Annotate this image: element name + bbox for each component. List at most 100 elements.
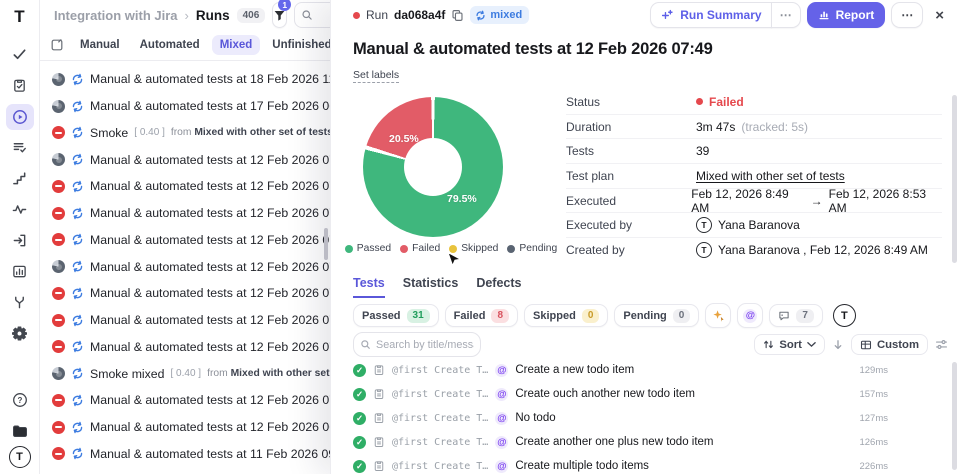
- user-avatar[interactable]: T: [9, 446, 31, 468]
- mixed-run-sync-icon: [71, 287, 84, 300]
- run-status-icon: [52, 367, 65, 380]
- run-type-tabs: Manual Automated Mixed Unfinished Group: [40, 30, 330, 61]
- legend-item[interactable]: Skipped: [449, 243, 498, 254]
- status-filter-chip[interactable]: Failed 8: [445, 304, 518, 327]
- help-icon[interactable]: ?: [6, 387, 34, 413]
- test-result-row[interactable]: @first Create T… Create a new todo item …: [353, 358, 888, 382]
- test-plans-icon[interactable]: [6, 73, 34, 99]
- run-list-item[interactable]: Manual & automated tests at 18 Feb 2026 …: [40, 66, 330, 93]
- run-title: Manual & automated tests at 12 Feb 2026 …: [90, 340, 330, 354]
- reports-icon[interactable]: [6, 259, 34, 285]
- milestones-icon[interactable]: [6, 166, 34, 192]
- status-filter-chip[interactable]: Pending 0: [614, 304, 699, 327]
- run-list-item[interactable]: Manual & automated tests at 12 Feb 2026 …: [40, 387, 330, 414]
- tests-search-input[interactable]: [376, 339, 474, 351]
- runs-icon[interactable]: [6, 104, 34, 130]
- automated-filter-chip[interactable]: [737, 303, 763, 328]
- run-list-item[interactable]: Manual & automated tests at 12 Feb 2026 …: [40, 414, 330, 441]
- app-logo[interactable]: T: [14, 7, 24, 27]
- run-list-item[interactable]: Manual & automated tests at 12 Feb 2026 …: [40, 173, 330, 200]
- info-row-executed-by: Executed by TYana Baranova: [566, 213, 942, 238]
- test-result-row[interactable]: @first Create T… No todo 127ms: [353, 406, 888, 430]
- panel-scrollbar[interactable]: [952, 95, 957, 263]
- detail-tab[interactable]: Statistics: [403, 276, 459, 298]
- run-title: Manual & automated tests at 12 Feb 2026 …: [90, 286, 330, 300]
- run-list-item[interactable]: Manual & automated tests at 12 Feb 2026 …: [40, 253, 330, 280]
- test-result-row[interactable]: @first Create T… Create ouch another new…: [353, 382, 888, 406]
- run-type-tab[interactable]: Mixed: [212, 35, 261, 55]
- pulse-icon[interactable]: [6, 197, 34, 223]
- suite-clipboard-icon: [373, 388, 385, 400]
- run-list-item[interactable]: Manual & automated tests at 12 Feb 2026 …: [40, 200, 330, 227]
- info-row-duration: Duration 3m 47s(tracked: 5s): [566, 115, 942, 140]
- test-title: Create another one plus new todo item: [515, 436, 713, 448]
- run-summary-button[interactable]: Run Summary: [650, 2, 771, 28]
- test-result-row[interactable]: @first Create T… Create another one plus…: [353, 430, 888, 454]
- copy-icon[interactable]: [451, 9, 464, 22]
- check-icon[interactable]: [6, 42, 34, 68]
- legend-item[interactable]: Passed: [345, 243, 391, 254]
- test-results-list: @first Create T… Create a new todo item …: [353, 358, 888, 474]
- custom-columns-button[interactable]: Custom: [851, 334, 928, 355]
- status-filter-chip[interactable]: Skipped 0: [524, 304, 608, 327]
- runs-search-input[interactable]: ×: [294, 2, 330, 28]
- detail-header: Run da068a4f mixed Run Summary ⋯ Report …: [331, 0, 960, 30]
- run-list-item[interactable]: Manual & automated tests at 12 Feb 2026 …: [40, 334, 330, 361]
- breadcrumb-project[interactable]: Integration with Jira: [54, 8, 178, 23]
- settings-gear-icon[interactable]: [6, 321, 34, 347]
- filter-settings-icon[interactable]: [935, 338, 948, 351]
- legend-item[interactable]: Pending: [507, 243, 557, 254]
- branch-icon[interactable]: [6, 290, 34, 316]
- detail-tab[interactable]: Defects: [476, 276, 521, 298]
- sidebar-rail: T ? T: [0, 0, 40, 474]
- run-list-item[interactable]: Manual & automated tests at 12 Feb 2026 …: [40, 227, 330, 254]
- run-title: Manual & automated tests at 12 Feb 2026 …: [90, 260, 330, 274]
- list-scrollbar[interactable]: [324, 228, 328, 260]
- run-type-tab[interactable]: Manual: [72, 35, 128, 55]
- runs-list: Manual & automated tests at 18 Feb 2026 …: [40, 61, 330, 467]
- run-summary-more-button[interactable]: ⋯: [771, 2, 801, 28]
- suite-clipboard-icon: [373, 436, 385, 448]
- runs-count-badge: 406: [237, 8, 266, 23]
- mixed-run-sync-icon: [71, 447, 84, 460]
- run-list-item[interactable]: Manual & automated tests at 17 Feb 2026 …: [40, 93, 330, 120]
- assignee-avatar[interactable]: T: [833, 304, 856, 327]
- status-filter-chip[interactable]: Passed 31: [353, 304, 439, 327]
- comments-filter-chip[interactable]: 7: [769, 304, 823, 327]
- more-actions-button[interactable]: ⋯: [891, 2, 923, 28]
- test-suite-prefix: @first Create T…: [392, 461, 488, 472]
- sort-direction-icon[interactable]: [832, 339, 844, 351]
- detail-tab[interactable]: Tests: [353, 276, 385, 298]
- set-labels-link[interactable]: Set labels: [353, 69, 399, 83]
- passed-check-icon: [353, 388, 366, 401]
- test-plan-link[interactable]: Mixed with other set of tests: [696, 169, 845, 183]
- flaky-filter-chip[interactable]: [705, 303, 731, 328]
- tests-search[interactable]: [353, 332, 481, 357]
- filter-button[interactable]: 1: [272, 2, 287, 28]
- sort-button[interactable]: Sort: [754, 334, 825, 355]
- run-list-item[interactable]: Manual & automated tests at 12 Feb 2026 …: [40, 307, 330, 334]
- run-type-tab[interactable]: Unfinished: [264, 35, 330, 55]
- tests-scrollbar[interactable]: [952, 362, 957, 470]
- info-row-created-by: Created by TYana Baranova , Feb 12, 2026…: [566, 238, 942, 263]
- results-donut-chart[interactable]: 20.5% 79.5%: [363, 97, 503, 237]
- select-all-icon[interactable]: [50, 38, 64, 52]
- runs-list-panel: Integration with Jira › Runs 406 1 × Man…: [40, 0, 330, 474]
- projects-folder-icon[interactable]: [6, 418, 34, 444]
- run-list-item[interactable]: Smoke [ 0.40 ] from Mixed with other set…: [40, 120, 330, 147]
- run-list-item[interactable]: Smoke mixed [ 0.40 ] from Mixed with oth…: [40, 360, 330, 387]
- test-cases-icon[interactable]: [6, 135, 34, 161]
- run-list-item[interactable]: Manual & automated tests at 12 Feb 2026 …: [40, 146, 330, 173]
- run-list-item[interactable]: Manual & automated tests at 11 Feb 2026 …: [40, 441, 330, 468]
- mixed-run-sync-icon: [71, 153, 84, 166]
- import-icon[interactable]: [6, 228, 34, 254]
- run-list-item[interactable]: Manual & automated tests at 12 Feb 2026 …: [40, 280, 330, 307]
- legend-item[interactable]: Failed: [400, 243, 440, 254]
- close-panel-icon[interactable]: ×: [929, 5, 950, 26]
- test-duration: 157ms: [859, 389, 888, 400]
- run-status-icon: [52, 100, 65, 113]
- report-button[interactable]: Report: [807, 2, 886, 28]
- test-result-row[interactable]: @first Create T… Create multiple todo it…: [353, 454, 888, 474]
- run-type-tab[interactable]: Automated: [132, 35, 208, 55]
- mixed-run-sync-icon: [71, 180, 84, 193]
